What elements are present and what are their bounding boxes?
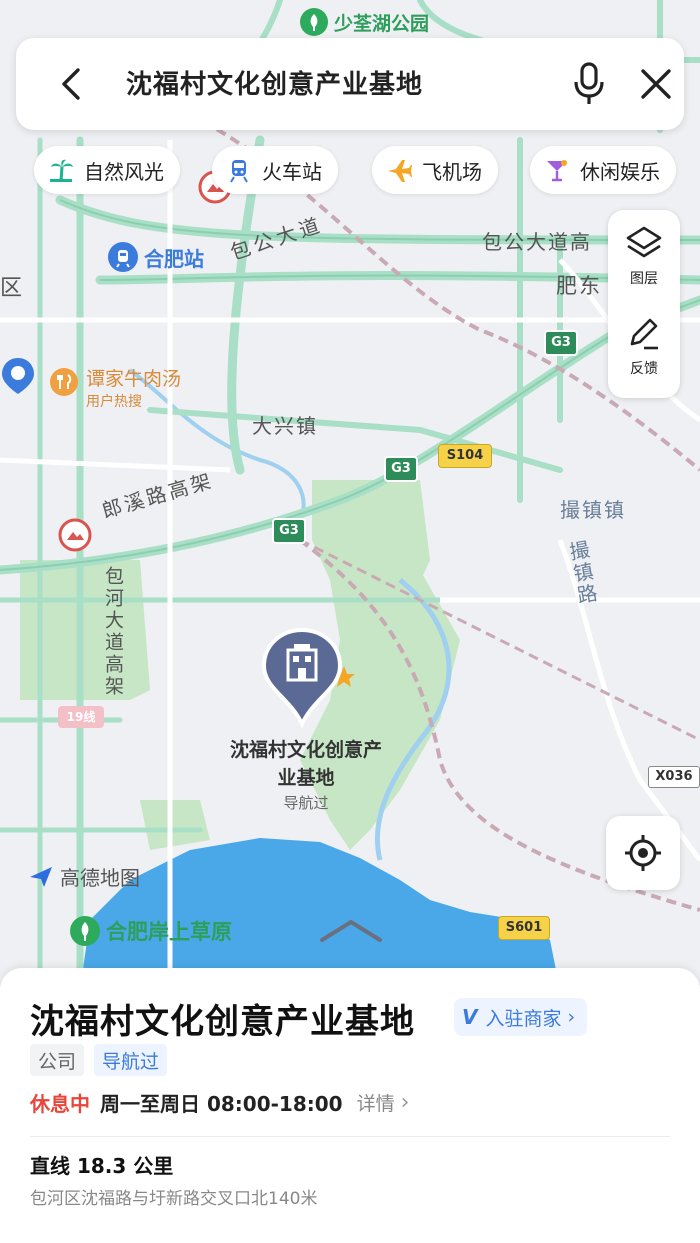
restaurant-icon <box>50 368 78 396</box>
shield-s104: S104 <box>438 444 492 468</box>
chip-label: 飞机场 <box>422 159 482 184</box>
amap-logo: 高德地图 <box>28 862 140 891</box>
map-label-hefei-station[interactable]: 合肥站 <box>108 242 204 272</box>
category-tag: 公司 <box>30 1044 85 1076</box>
palm-tree-icon <box>48 157 74 183</box>
poi-sublabel-user-hot: 用户热搜 <box>86 394 142 410</box>
cocktail-icon <box>544 157 570 183</box>
chip-label: 自然风光 <box>84 159 164 184</box>
merchant-label: 入驻商家 <box>485 1007 562 1030</box>
chevron-right-icon: › <box>567 1006 576 1028</box>
train-station-icon <box>108 242 138 272</box>
locate-me-button[interactable] <box>606 816 680 890</box>
poi-label-tan-beef: 谭家牛肉汤 <box>86 368 182 390</box>
divider <box>30 1136 670 1137</box>
chip-label: 火车站 <box>262 159 322 184</box>
chevron-right-icon: › <box>400 1090 410 1115</box>
microphone-icon[interactable] <box>572 62 606 106</box>
location-pin-icon <box>2 358 34 394</box>
park-pin-icon <box>70 916 100 946</box>
park-pin-icon <box>300 8 328 36</box>
shield-g3-a: G3 <box>544 330 578 356</box>
feedback-button[interactable]: 反馈 <box>608 314 680 378</box>
map-tools-panel: 图层 反馈 <box>608 210 680 398</box>
place-title: 沈福村文化创意产业基地 <box>30 1002 415 1042</box>
opening-hours[interactable]: 休息中 周一至周日 08:00-18:00 详情 › <box>30 1088 409 1117</box>
map-view[interactable]: 少荃湖公园 区 合肥站 包公大道 包公大道高 肥东 谭家牛肉汤 用户热搜 大兴镇… <box>0 0 700 990</box>
hours-detail-link[interactable]: 详情 <box>357 1089 395 1116</box>
status-badge: 休息中 <box>30 1092 90 1116</box>
shield-s601: S601 <box>498 916 550 940</box>
selected-place-pin[interactable] <box>258 627 370 732</box>
back-arrow-icon[interactable] <box>54 66 90 102</box>
shield-g3-c: G3 <box>272 518 306 544</box>
map-label-daxing-town: 大兴镇 <box>252 414 318 438</box>
map-label-park-top[interactable]: 少荃湖公园 <box>300 8 429 36</box>
address[interactable]: 包河区沈福路与圩新路交叉口北140米 <box>30 1184 317 1209</box>
map-label-baohe-road: 包河大道高架 <box>102 566 124 698</box>
pin-sublabel: 导航过 <box>283 794 329 812</box>
airplane-icon <box>386 157 412 183</box>
train-icon <box>226 157 252 183</box>
search-bar: 沈福村文化创意产业基地 <box>16 38 684 130</box>
map-label-feidong: 肥东 <box>556 274 602 298</box>
category-chip-train-station[interactable]: 火车站 <box>212 146 338 194</box>
hours-text: 周一至周日 08:00-18:00 <box>100 1092 343 1116</box>
shield-x036: X036 <box>648 766 700 788</box>
layers-button[interactable]: 图层 <box>608 224 680 288</box>
map-location-marker[interactable] <box>0 356 36 400</box>
map-label-hefei-grassland[interactable]: 合肥岸上草原 <box>70 916 232 946</box>
map-label-qu: 区 <box>0 276 23 301</box>
chip-label: 休闲娱乐 <box>580 159 660 184</box>
chevron-up-icon[interactable] <box>318 918 384 944</box>
map-label-baogong-road-high: 包公大道高 <box>482 230 592 254</box>
map-scenic-marker-b[interactable] <box>58 518 92 556</box>
map-label-cuozhen-town: 撮镇镇 <box>560 498 626 522</box>
search-query[interactable]: 沈福村文化创意产业基地 <box>126 64 423 101</box>
place-detail-sheet[interactable]: 沈福村文化创意产业基地 V 入驻商家 › 公司 导航过 休息中 周一至周日 08… <box>0 968 700 1243</box>
distance: 直线 18.3 公里 <box>30 1154 174 1178</box>
merchant-badge-button[interactable]: V 入驻商家 › <box>454 998 588 1036</box>
close-icon[interactable] <box>638 66 674 102</box>
building-pin-icon <box>261 627 355 729</box>
merchant-v-icon: V <box>462 1005 478 1029</box>
shield-19: 19线 <box>58 706 104 728</box>
pin-label: 沈福村文化创意产业基地 <box>229 739 382 789</box>
navigated-tag: 导航过 <box>94 1044 168 1076</box>
layers-icon <box>626 226 662 258</box>
scenic-spot-icon <box>58 518 92 552</box>
category-chip-leisure[interactable]: 休闲娱乐 <box>530 146 676 194</box>
category-chip-airport[interactable]: 飞机场 <box>372 146 498 194</box>
shield-g3-b: G3 <box>384 456 418 482</box>
category-chip-nature[interactable]: 自然风光 <box>34 146 180 194</box>
amap-arrow-icon <box>30 866 52 887</box>
crosshair-icon <box>625 835 661 871</box>
edit-pencil-icon <box>630 318 658 350</box>
map-poi-tan-beef[interactable]: 谭家牛肉汤 用户热搜 <box>50 364 181 411</box>
